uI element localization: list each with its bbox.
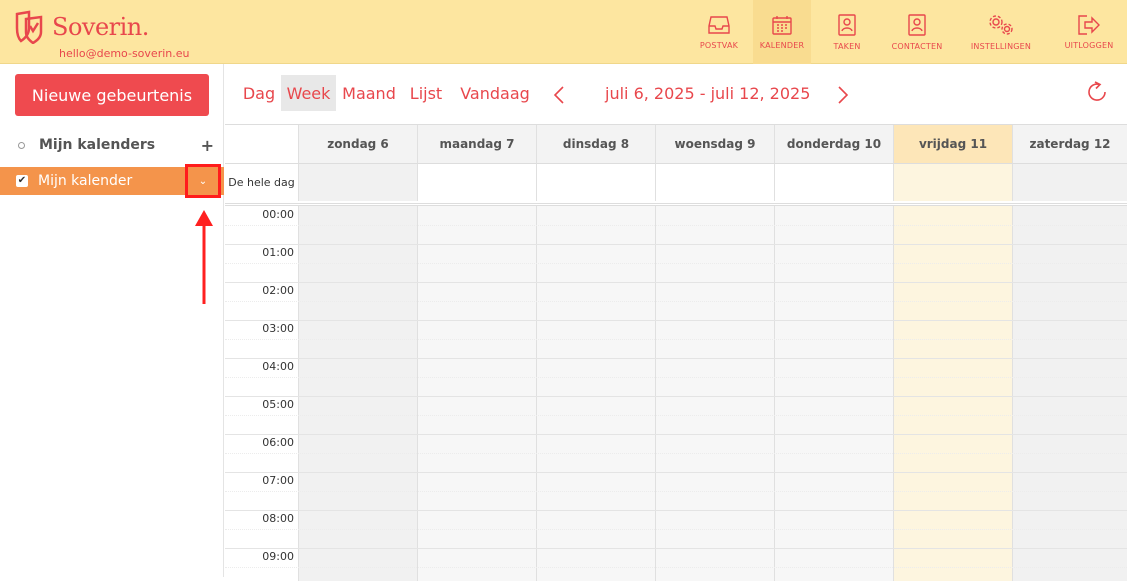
nav-taken[interactable]: TAKEN: [811, 0, 883, 64]
calendar-icon: [772, 15, 792, 35]
half-hour-line: [225, 263, 1127, 264]
hour-line: [225, 472, 1127, 473]
chevron-right-icon[interactable]: [836, 85, 850, 105]
nav-instellingen[interactable]: INSTELLINGEN: [951, 0, 1051, 64]
all-day-cell-today[interactable]: [893, 163, 1012, 201]
day-header[interactable]: dinsdag 8: [536, 125, 655, 163]
hour-label: 04:00: [262, 360, 294, 373]
hour-label: 09:00: [262, 550, 294, 563]
half-hour-line: [225, 453, 1127, 454]
sidebar: Nieuwe gebeurtenis Mijn kalenders + ✔ Mi…: [0, 64, 224, 577]
all-day-cell[interactable]: [298, 163, 417, 201]
refresh-icon[interactable]: [1085, 80, 1109, 104]
main-nav: POSTVAK KALENDER TAKEN CONTACTEN INSTELL…: [685, 0, 1127, 64]
all-day-cell[interactable]: [774, 163, 893, 201]
day-header[interactable]: woensdag 9: [655, 125, 774, 163]
hour-label: 08:00: [262, 512, 294, 525]
day-header[interactable]: zondag 6: [298, 125, 417, 163]
day-header[interactable]: donderdag 10: [774, 125, 893, 163]
view-dag-button[interactable]: Dag: [237, 75, 281, 111]
hour-label: 01:00: [262, 246, 294, 259]
account-email: hello@demo-soverin.eu: [59, 47, 190, 60]
half-hour-line: [225, 377, 1127, 378]
chevron-down-icon: ⌄: [198, 175, 208, 187]
day-header[interactable]: zaterdag 12: [1012, 125, 1127, 163]
hour-line: [225, 244, 1127, 245]
day-header[interactable]: maandag 7: [417, 125, 536, 163]
my-calendars-header[interactable]: Mijn kalenders +: [18, 136, 214, 155]
date-range-label: juli 6, 2025 - juli 12, 2025: [605, 83, 811, 103]
week-grid: zondag 6 maandag 7 dinsdag 8 woensdag 9 …: [225, 124, 1127, 581]
contacts-icon: [908, 13, 926, 36]
add-calendar-button[interactable]: +: [201, 136, 214, 155]
annotation-arrow-icon: [195, 210, 213, 304]
hour-label: 07:00: [262, 474, 294, 487]
chevron-left-icon[interactable]: [552, 85, 566, 105]
hour-line: [225, 510, 1127, 511]
nav-label: CONTACTEN: [891, 41, 943, 51]
today-button[interactable]: Vandaag: [459, 75, 531, 111]
nav-label: TAKEN: [833, 41, 861, 51]
all-day-cell[interactable]: [1012, 163, 1127, 201]
all-day-cell[interactable]: [417, 163, 536, 201]
new-event-button[interactable]: Nieuwe gebeurtenis: [15, 74, 209, 116]
all-day-label: De hele dag: [225, 163, 298, 201]
nav-label: UITLOGGEN: [1064, 40, 1114, 50]
top-bar: Soverin. hello@demo-soverin.eu POSTVAK K…: [0, 0, 1127, 64]
calendar-options-dropdown[interactable]: ⌄: [185, 164, 221, 198]
half-hour-line: [225, 225, 1127, 226]
hour-label: 02:00: [262, 284, 294, 297]
half-hour-line: [225, 529, 1127, 530]
hour-line: [225, 548, 1127, 549]
nav-uitloggen[interactable]: UITLOGGEN: [1051, 0, 1127, 64]
hour-line: [225, 358, 1127, 359]
all-day-cell[interactable]: [536, 163, 655, 201]
corner-cell: [225, 125, 298, 163]
tasks-icon: [838, 13, 856, 36]
half-hour-line: [225, 301, 1127, 302]
shield-logo-icon: [15, 10, 43, 44]
nav-kalender[interactable]: KALENDER: [753, 0, 811, 64]
calendar-checkbox[interactable]: ✔: [16, 175, 28, 187]
my-calendars-label: Mijn kalenders: [39, 137, 156, 153]
hour-label: 06:00: [262, 436, 294, 449]
collapse-circle-icon[interactable]: [18, 141, 25, 149]
nav-label: KALENDER: [759, 40, 805, 50]
hour-line: [225, 320, 1127, 321]
nav-postvak[interactable]: POSTVAK: [685, 0, 753, 64]
inbox-icon: [708, 15, 730, 34]
day-header-today[interactable]: vrijdag 11: [893, 125, 1012, 163]
hour-label: 05:00: [262, 398, 294, 411]
logo[interactable]: Soverin.: [14, 10, 149, 44]
half-hour-line: [225, 491, 1127, 492]
hour-label: 03:00: [262, 322, 294, 335]
hour-line: [225, 434, 1127, 435]
half-hour-line: [225, 339, 1127, 340]
calendar-toolbar: Dag Week Maand Lijst Vandaag juli 6, 202…: [225, 64, 1127, 124]
hour-line: [225, 282, 1127, 283]
time-grid[interactable]: 00:00 01:00 02:00 03:00 04:00 05:00 06:00 07:00…: [225, 203, 1127, 581]
settings-icon: [989, 14, 1013, 35]
hour-label: 00:00: [262, 208, 294, 221]
all-day-cell[interactable]: [655, 163, 774, 201]
nav-label: POSTVAK: [699, 40, 739, 50]
nav-contacten[interactable]: CONTACTEN: [883, 0, 951, 64]
view-lijst-button[interactable]: Lijst: [403, 75, 449, 111]
view-maand-button[interactable]: Maand: [339, 75, 399, 111]
nav-label: INSTELLINGEN: [970, 41, 1032, 51]
half-hour-line: [225, 415, 1127, 416]
brand-name: Soverin.: [52, 13, 149, 41]
hour-line: [225, 396, 1127, 397]
half-hour-line: [225, 567, 1127, 568]
view-week-button[interactable]: Week: [281, 75, 336, 111]
logout-icon: [1078, 14, 1100, 35]
